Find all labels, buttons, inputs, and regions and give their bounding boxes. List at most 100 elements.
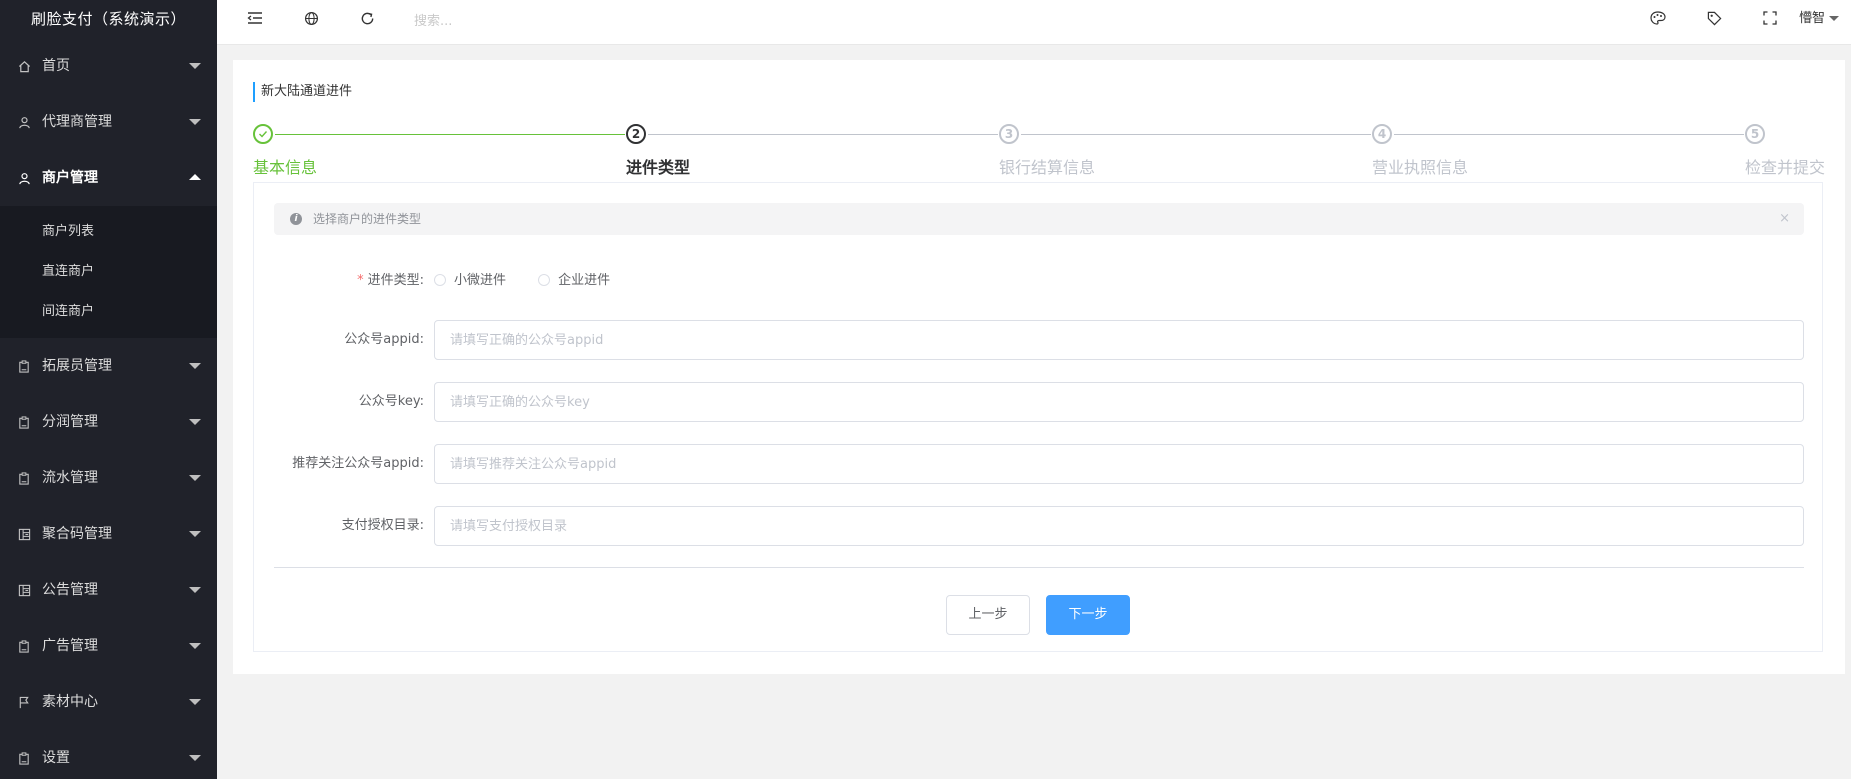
sidebar-item-label: 设置 — [42, 750, 70, 766]
recommend-appid-input[interactable] — [434, 444, 1804, 484]
chevron-down-icon — [189, 755, 201, 761]
sidebar-item-label: 素材中心 — [42, 694, 98, 710]
step-title: 进件类型 — [626, 158, 691, 177]
form-label: 支付授权目录: — [341, 518, 424, 533]
clipboard-icon — [16, 338, 32, 394]
sidebar-item-label: 分润管理 — [42, 414, 98, 430]
form-label-text: 进件类型: — [367, 273, 424, 288]
radio-label: 企业进件 — [558, 273, 611, 288]
submenu-item-indirect-merchants[interactable]: 间连商户 — [0, 292, 217, 332]
indent-icon — [247, 11, 263, 29]
step-title: 基本信息 — [253, 158, 318, 177]
notes-button[interactable] — [1694, 0, 1734, 40]
submenu-item-direct-merchants[interactable]: 直连商户 — [0, 252, 217, 292]
key-input[interactable] — [434, 382, 1804, 422]
appid-input[interactable] — [434, 320, 1804, 360]
alert-text: 选择商户的进件类型 — [313, 212, 422, 226]
sidebar-item-label: 代理商管理 — [42, 114, 112, 130]
form-label: 推荐关注公众号appid: — [292, 456, 424, 471]
check-icon — [253, 124, 273, 144]
sidebar-item-ads[interactable]: 广告管理 — [0, 618, 217, 674]
grid-icon — [16, 562, 32, 618]
sidebar-item-label: 商户管理 — [42, 170, 98, 186]
info-alert: i 选择商户的进件类型 × — [274, 203, 1804, 235]
sidebar-item-label: 聚合码管理 — [42, 526, 112, 542]
main-content: 新大陆通道进件 基本信息 2 进件类型 3 银行结算信息 4 营业执照信息 5 … — [233, 60, 1845, 674]
close-icon[interactable]: × — [1779, 203, 1790, 235]
caret-down-icon — [1829, 16, 1839, 21]
sidebar-item-merchants[interactable]: 商户管理 — [0, 150, 217, 206]
step-title: 营业执照信息 — [1372, 158, 1469, 177]
user-name: 懵智 — [1798, 11, 1825, 26]
sidebar-item-promoters[interactable]: 拓展员管理 — [0, 338, 217, 394]
fullscreen-icon — [1763, 11, 1777, 29]
tag-icon — [1707, 11, 1722, 30]
flag-icon — [16, 674, 32, 730]
sidebar-item-label: 流水管理 — [42, 470, 98, 486]
page-title: 新大陆通道进件 — [253, 82, 352, 102]
step-number: 4 — [1372, 124, 1392, 144]
user-icon — [16, 94, 32, 150]
refresh-button[interactable] — [347, 0, 387, 40]
sidebar-menu-rest: 拓展员管理 分润管理 流水管理 聚合码管理 公告管理 广告管理 素材中心 设置 — [0, 338, 217, 779]
radio-micro-entry[interactable]: 小微进件 — [434, 261, 506, 301]
sidebar-item-materials[interactable]: 素材中心 — [0, 674, 217, 730]
radio-enterprise-entry[interactable]: 企业进件 — [538, 261, 610, 301]
sidebar-item-home[interactable]: 首页 — [0, 38, 217, 94]
submenu-item-merchant-list[interactable]: 商户列表 — [0, 212, 217, 252]
sidebar-item-transactions[interactable]: 流水管理 — [0, 450, 217, 506]
steps: 基本信息 2 进件类型 3 银行结算信息 4 营业执照信息 5 检查并提交 — [253, 124, 1845, 177]
pay-directory-input[interactable] — [434, 506, 1804, 546]
chevron-down-icon — [189, 119, 201, 125]
user-menu[interactable]: 懵智 — [1799, 0, 1851, 40]
form-row-entry-type: * 进件类型: 小微进件 企业进件 — [274, 261, 1804, 301]
user-icon — [16, 150, 32, 206]
form-row-key: 公众号key: — [274, 382, 1804, 422]
sidebar-item-label: 公告管理 — [42, 582, 98, 598]
step-title: 银行结算信息 — [999, 158, 1096, 177]
step-connector — [648, 134, 998, 135]
radio-circle — [434, 273, 446, 286]
website-button[interactable] — [291, 0, 331, 40]
fullscreen-button[interactable] — [1750, 0, 1790, 40]
home-icon — [16, 38, 32, 94]
form-card: i 选择商户的进件类型 × * 进件类型: 小微进件 企业进件 公众号appid:… — [253, 182, 1823, 652]
sidebar-item-agents[interactable]: 代理商管理 — [0, 94, 217, 150]
sidebar: 刷脸支付（系统演示） 首页 代理商管理 商户管理 商户列表 直连商户 间连商户 — [0, 0, 217, 779]
sidebar-item-profit-sharing[interactable]: 分润管理 — [0, 394, 217, 450]
clipboard-icon — [16, 730, 32, 779]
collapse-menu-button[interactable] — [235, 0, 275, 40]
step-connector — [1021, 134, 1371, 135]
theme-button[interactable] — [1638, 0, 1678, 40]
info-icon: i — [290, 213, 302, 225]
submenu-merchants: 商户列表 直连商户 间连商户 — [0, 206, 217, 338]
entry-type-radio-group: 小微进件 企业进件 — [434, 261, 638, 301]
radio-circle — [538, 273, 551, 286]
chevron-down-icon — [189, 475, 201, 481]
radio-label: 小微进件 — [454, 273, 507, 288]
sidebar-item-announcements[interactable]: 公告管理 — [0, 562, 217, 618]
clipboard-icon — [16, 394, 32, 450]
sidebar-menu: 首页 代理商管理 商户管理 — [0, 38, 217, 206]
sidebar-item-label: 广告管理 — [42, 638, 98, 654]
step-connector — [1394, 134, 1744, 135]
next-step-button[interactable]: 下一步 — [1046, 595, 1130, 635]
step-number: 3 — [999, 124, 1019, 144]
sidebar-item-aggregate-codes[interactable]: 聚合码管理 — [0, 506, 217, 562]
form-row-appid: 公众号appid: — [274, 320, 1804, 360]
step-number: 5 — [1745, 124, 1765, 144]
top-header: 懵智 — [217, 0, 1851, 45]
step-number: 2 — [626, 124, 646, 144]
refresh-icon — [360, 11, 375, 30]
search-input[interactable] — [412, 8, 716, 34]
sidebar-item-label: 首页 — [42, 58, 70, 74]
palette-icon — [1650, 11, 1666, 29]
sidebar-item-settings[interactable]: 设置 — [0, 730, 217, 779]
prev-step-button[interactable]: 上一步 — [946, 595, 1030, 635]
form-divider — [274, 567, 1804, 568]
chevron-down-icon — [189, 419, 201, 425]
form-label: 公众号key: — [358, 394, 424, 409]
form-row-pay-directory: 支付授权目录: — [274, 506, 1804, 546]
clipboard-icon — [16, 618, 32, 674]
form-label: * 进件类型: — [274, 261, 424, 301]
